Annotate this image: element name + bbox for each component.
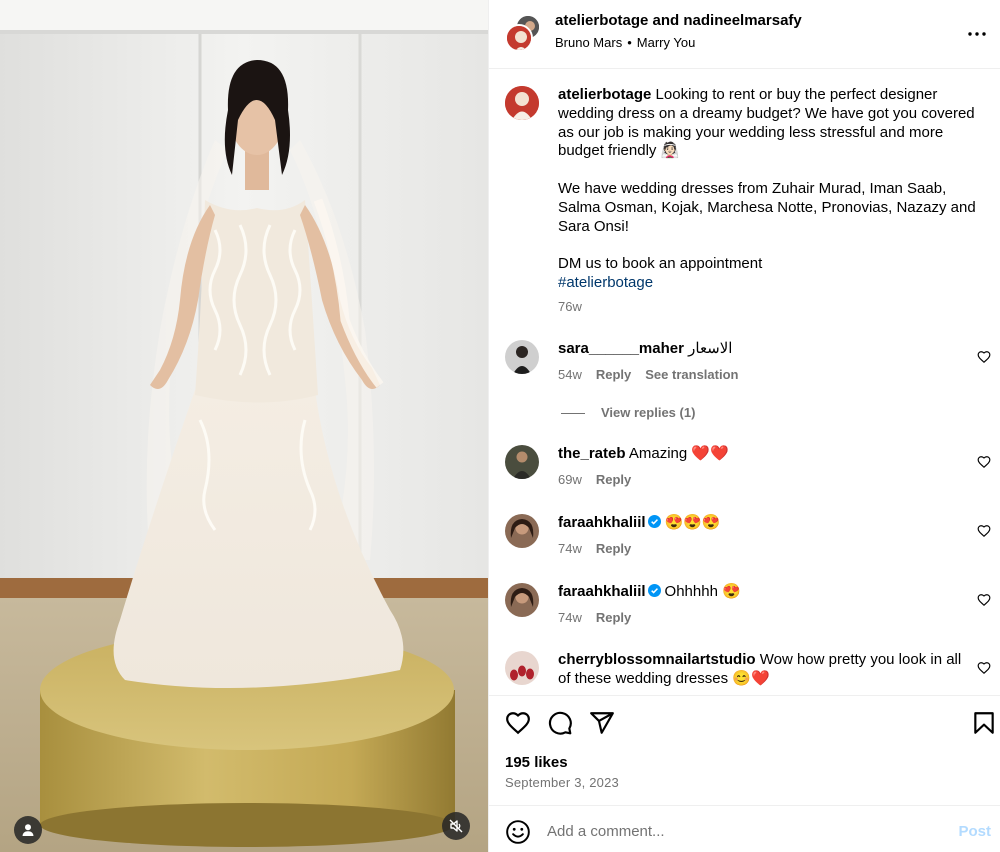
comment-message: الاسعار — [688, 340, 733, 357]
comment-meta: 74w Reply — [558, 610, 645, 625]
caption-timestamp[interactable]: 76w — [558, 298, 988, 317]
caption-paragraph-3: DM us to book an appointment — [558, 255, 763, 273]
comment-message: 😍😍😍 — [664, 514, 721, 531]
comment-meta: 54w Reply See translation — [558, 367, 752, 382]
audio-separator: • — [627, 35, 632, 50]
audio-attribution[interactable]: Bruno Mars • Marry You — [555, 35, 695, 50]
comment-input[interactable] — [547, 816, 927, 846]
like-comment-heart-icon[interactable] — [977, 350, 991, 364]
view-replies-label[interactable]: View replies (1) — [601, 405, 695, 420]
speaker-muted-icon — [449, 819, 463, 833]
profile-photo-icon — [505, 340, 539, 374]
profile-photo-icon — [505, 651, 539, 685]
like-comment-heart-icon[interactable] — [977, 455, 991, 469]
commenter-username[interactable]: faraahkhaliil — [558, 583, 646, 600]
commenter-username[interactable]: the_rateb — [558, 445, 626, 462]
share-paper-plane-icon[interactable] — [589, 710, 615, 736]
commenter-avatar[interactable] — [505, 651, 539, 685]
like-comment-heart-icon[interactable] — [977, 524, 991, 538]
commenter-avatar[interactable] — [505, 445, 539, 479]
audio-artist[interactable]: Bruno Mars — [555, 35, 622, 50]
comment-text: faraahkhaliil 😍😍😍 — [558, 514, 968, 533]
collab-avatars[interactable] — [505, 14, 545, 54]
see-translation-button[interactable]: See translation — [645, 367, 738, 382]
post-comment-button[interactable]: Post — [958, 823, 991, 840]
post-date[interactable]: September 3, 2023 — [505, 775, 619, 790]
commenter-avatar[interactable] — [505, 583, 539, 617]
person-icon — [22, 824, 34, 836]
avatar-atelierbotage[interactable] — [505, 24, 533, 52]
reply-button[interactable]: Reply — [596, 367, 631, 382]
caption-paragraph-2: We have wedding dresses from Zuhair Mura… — [558, 179, 976, 235]
profile-photo-icon — [505, 583, 539, 617]
save-bookmark-icon[interactable] — [971, 710, 997, 736]
reply-button[interactable]: Reply — [596, 610, 631, 625]
verified-badge-icon — [647, 584, 661, 597]
verified-badge-icon — [647, 515, 661, 528]
tagged-users-button[interactable] — [14, 816, 42, 844]
like-comment-heart-icon[interactable] — [977, 593, 991, 607]
post-side-panel: atelierbotage and nadineelmarsafy Bruno … — [488, 0, 1000, 852]
profile-photo-icon — [507, 26, 531, 50]
commenter-avatar[interactable] — [505, 340, 539, 374]
caption-avatar[interactable] — [505, 86, 539, 120]
caption-username[interactable]: atelierbotage — [558, 86, 651, 103]
comment-time[interactable]: 74w — [558, 541, 582, 556]
like-heart-icon[interactable] — [505, 710, 531, 736]
comment-meta: 74w Reply — [558, 541, 645, 556]
video-frame — [0, 0, 488, 852]
emoji-picker-icon[interactable] — [505, 819, 531, 845]
comments-list[interactable]: atelierbotage Looking to rent or buy the… — [489, 70, 1000, 695]
caption-hashtag[interactable]: #atelierbotage — [558, 274, 988, 293]
add-comment-bar: Post — [489, 805, 1000, 852]
profile-photo-icon — [505, 86, 539, 120]
view-replies-button[interactable]: View replies (1) — [561, 405, 695, 420]
like-comment-heart-icon[interactable] — [977, 661, 991, 675]
post-authors[interactable]: atelierbotage and nadineelmarsafy — [555, 12, 802, 29]
comment-time[interactable]: 69w — [558, 472, 582, 487]
commenter-username[interactable]: faraahkhaliil — [558, 514, 646, 531]
comment-bubble-icon[interactable] — [547, 710, 573, 736]
comment-time[interactable]: 74w — [558, 610, 582, 625]
more-options-icon[interactable] — [965, 22, 989, 46]
audio-track[interactable]: Marry You — [637, 35, 696, 50]
comment-time[interactable]: 54w — [558, 367, 582, 382]
reply-button[interactable]: Reply — [596, 472, 631, 487]
post-video[interactable] — [0, 0, 488, 852]
profile-photo-icon — [505, 445, 539, 479]
comment-message: Ohhhhh 😍 — [664, 583, 741, 600]
reply-button[interactable]: Reply — [596, 541, 631, 556]
likes-count[interactable]: 195 likes — [505, 754, 568, 771]
post-header: atelierbotage and nadineelmarsafy Bruno … — [489, 0, 1000, 69]
profile-photo-icon — [505, 514, 539, 548]
commenter-username[interactable]: sara______maher — [558, 340, 684, 357]
commenter-avatar[interactable] — [505, 514, 539, 548]
comment-text: cherryblossomnailartstudio Wow how prett… — [558, 651, 968, 689]
post-actions: 195 likes September 3, 2023 — [489, 695, 1000, 805]
caption-text: atelierbotage Looking to rent or buy the… — [558, 86, 988, 317]
comment-meta: 69w Reply — [558, 472, 645, 487]
comment-text: sara______maher الاسعار — [558, 340, 968, 359]
mute-toggle-button[interactable] — [442, 812, 470, 840]
commenter-username[interactable]: cherryblossomnailartstudio — [558, 651, 756, 668]
comment-text: faraahkhaliil Ohhhhh 😍 — [558, 583, 968, 602]
comment-message: Amazing ❤️❤️ — [628, 445, 729, 462]
comment-text: the_rateb Amazing ❤️❤️ — [558, 445, 968, 464]
replies-line — [561, 413, 585, 415]
